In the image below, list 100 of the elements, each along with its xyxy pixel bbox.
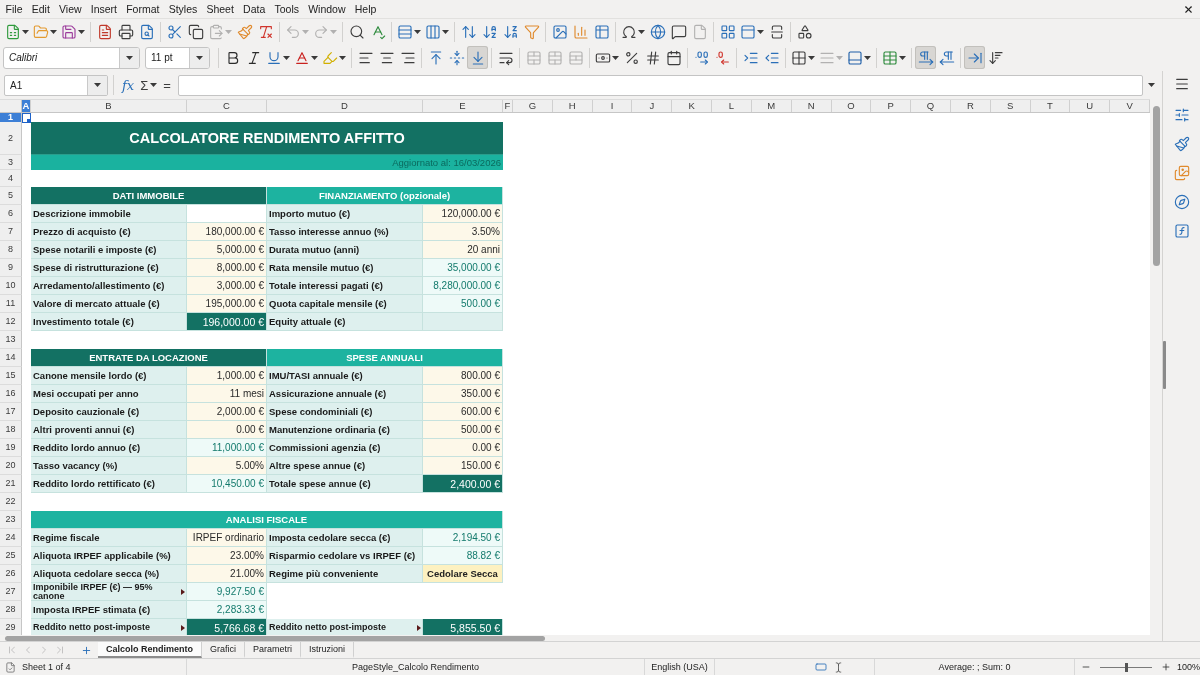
row-header[interactable]: 8: [0, 241, 22, 259]
sheet-tab[interactable]: Calcolo Rendimento: [98, 642, 202, 658]
document-magnifier-icon: [138, 23, 155, 40]
row-header[interactable]: 15: [0, 367, 22, 385]
column-header[interactable]: F: [503, 100, 513, 112]
split-cells-icon: [567, 49, 584, 66]
font-name-field[interactable]: Calibri: [3, 46, 140, 69]
column-header[interactable]: C: [187, 100, 267, 112]
row-header[interactable]: 25: [0, 547, 22, 565]
row-header[interactable]: 6: [0, 205, 22, 223]
column-header[interactable]: I: [592, 100, 633, 112]
menu-item[interactable]: Window: [303, 0, 351, 18]
row-header[interactable]: 29: [0, 619, 22, 635]
row-header[interactable]: 11: [0, 295, 22, 313]
delete-decimal-icon: [714, 49, 731, 66]
sort-descending-icon: [502, 23, 519, 40]
row-header[interactable]: 10: [0, 277, 22, 295]
sheet-tab[interactable]: Parametri: [245, 642, 302, 658]
row-header[interactable]: 12: [0, 313, 22, 331]
blank-page-icon: [691, 23, 708, 40]
column-header[interactable]: S: [990, 100, 1031, 112]
column-header[interactable]: T: [1030, 100, 1071, 112]
sidebar-handle[interactable]: [1163, 341, 1166, 389]
dropdown-button[interactable]: [189, 47, 209, 68]
zoom-thumb[interactable]: [1125, 662, 1128, 672]
column-header[interactable]: Q: [911, 100, 951, 112]
horizontal-scrollbar[interactable]: [5, 635, 545, 641]
dropdown-button[interactable]: [87, 75, 107, 95]
input-cell: 5,000.00 €: [187, 241, 267, 259]
total-cell: 2,400.00 €: [423, 475, 503, 493]
row-header[interactable]: 17: [0, 403, 22, 421]
row-header[interactable]: 27: [0, 583, 22, 601]
dropdown-button[interactable]: [119, 47, 139, 68]
language-text: English (USA): [651, 662, 708, 672]
column-header[interactable]: H: [552, 100, 593, 112]
row-header[interactable]: 3: [0, 155, 22, 170]
bar-chart-icon: [572, 23, 589, 40]
row-header[interactable]: 19: [0, 439, 22, 457]
menu-item[interactable]: Help: [350, 0, 381, 18]
column-header[interactable]: L: [712, 100, 752, 112]
row-header[interactable]: 24: [0, 529, 22, 547]
column-header[interactable]: P: [871, 100, 912, 112]
name-box-field[interactable]: A1: [4, 74, 108, 96]
selection-summary-text: Average: ; Sum: 0: [938, 662, 1011, 672]
table-icon: [882, 49, 898, 66]
row-header[interactable]: 9: [0, 259, 22, 277]
row-header[interactable]: 13: [0, 331, 22, 349]
menu-item[interactable]: Format: [121, 0, 165, 18]
menu-item[interactable]: Tools: [269, 0, 304, 18]
zoom-in-button[interactable]: [1160, 661, 1171, 673]
row-header[interactable]: 14: [0, 349, 22, 367]
column-header[interactable]: K: [672, 100, 713, 112]
caret-icon: [1147, 83, 1155, 87]
section-header: DATI IMMOBILE: [31, 187, 267, 205]
input-cell: 0.00 €: [187, 421, 267, 439]
column-header[interactable]: M: [751, 100, 792, 112]
column-header[interactable]: U: [1070, 100, 1111, 112]
row-header[interactable]: 7: [0, 223, 22, 241]
formula-button[interactable]: =: [160, 74, 174, 96]
column-header[interactable]: N: [791, 100, 832, 112]
row-header[interactable]: 28: [0, 601, 22, 619]
row-header[interactable]: 4: [0, 170, 22, 187]
formula-input[interactable]: [177, 74, 1143, 96]
column-header[interactable]: D: [267, 100, 423, 112]
row-header[interactable]: 5: [0, 187, 22, 205]
menu-item[interactable]: Edit: [27, 0, 55, 18]
align-bottom-button[interactable]: [467, 46, 488, 69]
menu-item[interactable]: Styles: [164, 0, 202, 18]
sheet-tab[interactable]: Grafici: [202, 642, 246, 658]
caret-icon: [225, 29, 232, 34]
column-header[interactable]: B: [31, 100, 187, 112]
row-header[interactable]: 16: [0, 385, 22, 403]
vertical-scrollbar[interactable]: [1152, 106, 1160, 266]
sheet-tab[interactable]: Istruzioni: [301, 642, 355, 658]
menu-item[interactable]: Sheet: [201, 0, 239, 18]
add-decimal-icon: [693, 49, 710, 66]
menu-item[interactable]: Insert: [86, 0, 122, 18]
column-header[interactable]: A: [22, 100, 31, 112]
row-header[interactable]: 18: [0, 421, 22, 439]
column-header[interactable]: O: [831, 100, 872, 112]
row-header[interactable]: 20: [0, 457, 22, 475]
row-header[interactable]: 23: [0, 511, 22, 529]
column-header[interactable]: R: [950, 100, 991, 112]
row-header[interactable]: 22: [0, 493, 22, 511]
column-header[interactable]: G: [513, 100, 553, 112]
highlighter-icon: [322, 49, 338, 66]
font-size-field[interactable]: 11 pt: [145, 46, 210, 69]
row-header[interactable]: 26: [0, 565, 22, 583]
function-wizard-button[interactable]: fx: [119, 74, 138, 96]
paintbrush-icon: [1173, 136, 1190, 152]
menu-item[interactable]: View: [54, 0, 87, 18]
column-header[interactable]: J: [632, 100, 673, 112]
label-cell: Imposta IRPEF stimata (€): [31, 601, 187, 619]
menu-item[interactable]: File: [1, 0, 28, 18]
left-to-right-button[interactable]: [915, 46, 936, 69]
menu-item[interactable]: Data: [238, 0, 270, 18]
sum-button[interactable]: Σ: [137, 74, 161, 96]
row-header[interactable]: 2: [0, 122, 22, 155]
column-header[interactable]: E: [423, 100, 503, 112]
row-header[interactable]: 21: [0, 475, 22, 493]
